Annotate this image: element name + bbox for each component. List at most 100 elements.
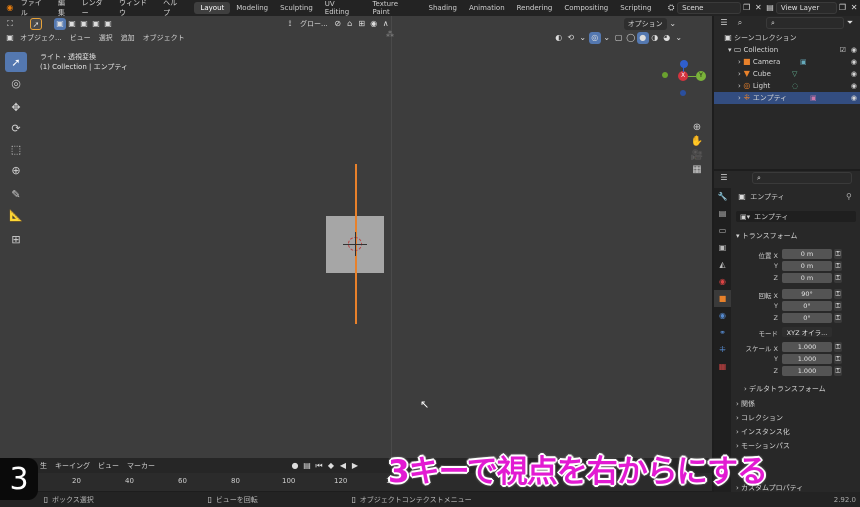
gizmo-toggle-icon[interactable]: ⟲ xyxy=(565,32,577,44)
properties-search-input[interactable]: ⌕ xyxy=(752,172,852,184)
scale-y-field[interactable]: 1.000 xyxy=(782,354,832,364)
lock-icon[interactable]: ⚿ xyxy=(834,289,842,299)
collections-panel[interactable]: › コレクション xyxy=(736,413,783,423)
properties-editor-icon[interactable]: ☰ xyxy=(718,172,730,184)
shading-solid-icon[interactable]: ● xyxy=(636,32,649,44)
select-mode-new-icon[interactable]: ▣ xyxy=(54,17,66,30)
pivot-icon[interactable]: ⊘ xyxy=(332,18,344,30)
menu-select[interactable]: 選択 xyxy=(95,32,117,44)
tab-animation[interactable]: Animation xyxy=(463,2,511,14)
outliner-item-cube[interactable]: › ▼ Cube ▽ ◉ xyxy=(714,68,860,80)
play-reverse-icon[interactable]: ◀ xyxy=(337,460,349,472)
output-tab-icon[interactable]: ▭ xyxy=(714,222,731,239)
rotation-mode-dropdown[interactable]: XYZ オイラ... xyxy=(782,327,832,337)
rotate-tool[interactable]: ⟳ xyxy=(5,118,27,138)
snap-icon[interactable]: ⌂ xyxy=(344,18,356,30)
editor-type-icon[interactable]: ⛶ xyxy=(4,18,16,30)
tab-sculpting[interactable]: Sculpting xyxy=(274,2,319,14)
rotation-x-field[interactable]: 90° xyxy=(782,289,832,299)
physics-tab-icon[interactable]: ◉ xyxy=(714,307,731,324)
tab-modeling[interactable]: Modeling xyxy=(230,2,274,14)
select-box-tool[interactable]: ➚ xyxy=(5,52,27,72)
select-mode-extend-icon[interactable]: ▣ xyxy=(66,18,78,30)
transform-panel-header[interactable]: ▾ トランスフォーム xyxy=(736,231,797,241)
render-tab-icon[interactable]: ▤ xyxy=(714,205,731,222)
lock-icon[interactable]: ⚿ xyxy=(834,301,842,311)
annotate-tool[interactable]: ✎ xyxy=(5,184,27,204)
location-z-field[interactable]: 0 m xyxy=(782,273,832,283)
gizmo-neg-y-dot[interactable] xyxy=(662,72,668,78)
lock-icon[interactable]: ⚿ xyxy=(834,354,842,364)
menu-view[interactable]: ビュー xyxy=(66,32,95,44)
xray-icon[interactable]: ▢ xyxy=(613,32,625,44)
view-layer-selector[interactable]: View Layer xyxy=(775,2,837,14)
blender-logo-icon[interactable]: ◉ xyxy=(4,2,16,14)
menu-add[interactable]: 追加 xyxy=(117,32,139,44)
object-tab-icon[interactable]: ■ xyxy=(714,290,731,307)
navigation-gizmo[interactable]: X Y xyxy=(660,60,710,105)
orientation-dropdown[interactable]: グロー... xyxy=(296,18,332,30)
outliner-editor-icon[interactable]: ☰ xyxy=(718,17,730,29)
3d-viewport[interactable]: ↖ ⁂ xyxy=(0,16,712,458)
prev-key-icon[interactable]: ◆ xyxy=(325,460,337,472)
tool-tab-icon[interactable]: 🔧 xyxy=(714,188,731,205)
scene-collection-row[interactable]: ▣ シーンコレクション xyxy=(714,32,860,44)
outliner-filter-icon[interactable]: ⏷ xyxy=(844,17,856,29)
shading-rendered-icon[interactable]: ◕ xyxy=(661,32,673,44)
tab-layout[interactable]: Layout xyxy=(194,2,231,14)
menu-keying[interactable]: キーイング xyxy=(51,460,94,472)
menu-marker[interactable]: マーカー xyxy=(123,460,159,472)
eye-icon[interactable]: ◉ xyxy=(851,70,857,78)
select-tool-icon[interactable]: ➚ xyxy=(30,17,42,30)
snap-target-icon[interactable]: ⊞ xyxy=(356,18,368,30)
tab-shading[interactable]: Shading xyxy=(423,2,463,14)
shading-dropdown-icon[interactable]: ⌄ xyxy=(673,32,685,44)
grid-ortho-icon[interactable]: ▦ xyxy=(690,162,704,176)
outliner-item-camera[interactable]: › ■ Camera ▣ ◉ xyxy=(714,56,860,68)
shading-wireframe-icon[interactable]: ◯ xyxy=(625,32,637,44)
rotation-y-field[interactable]: 0° xyxy=(782,301,832,311)
add-cube-tool[interactable]: ⊞ xyxy=(5,229,27,249)
close-scene-icon[interactable]: ✕ xyxy=(752,2,764,14)
outliner-item-light[interactable]: › ◎ Light ◌ ◉ xyxy=(714,80,860,92)
zoom-icon[interactable]: ⊕ xyxy=(690,120,704,134)
jump-start-icon[interactable]: ⏮ xyxy=(313,460,325,472)
checkbox-icon[interactable]: ☑ xyxy=(840,46,846,54)
collection-row[interactable]: ▾ ▭ Collection ☑ ◉ xyxy=(714,44,860,56)
overlay-dropdown-icon[interactable]: ⌄ xyxy=(601,32,613,44)
select-mode-invert-icon[interactable]: ▣ xyxy=(90,18,102,30)
gizmo-z-dot[interactable] xyxy=(680,60,688,68)
gizmo-x-dot[interactable]: X xyxy=(678,71,688,81)
move-tool[interactable]: ✥ xyxy=(5,97,27,117)
scale-z-field[interactable]: 1.000 xyxy=(782,366,832,376)
lock-icon[interactable]: ⚿ xyxy=(834,366,842,376)
constraints-tab-icon[interactable]: ⚭ xyxy=(714,324,731,341)
pan-hand-icon[interactable]: ✋ xyxy=(690,134,704,148)
eye-icon[interactable]: ◉ xyxy=(851,58,857,66)
scale-tool[interactable]: ⬚ xyxy=(5,139,27,159)
gizmo-neg-z-dot[interactable] xyxy=(680,90,686,96)
object-name-field[interactable]: ▣▾ エンプティ xyxy=(736,211,856,222)
options-dropdown[interactable]: オプション xyxy=(623,17,667,30)
location-y-field[interactable]: 0 m xyxy=(782,261,832,271)
chevron-down-icon[interactable]: ⌄ xyxy=(667,18,679,30)
falloff-icon[interactable]: ∧ xyxy=(380,18,392,30)
transform-tool[interactable]: ⊕ xyxy=(5,160,27,180)
filter-icon[interactable]: ⌕ xyxy=(734,17,746,29)
scene-selector[interactable]: Scene xyxy=(677,2,741,14)
overlay-toggle-icon[interactable]: ◎ xyxy=(588,32,601,44)
tab-rendering[interactable]: Rendering xyxy=(511,2,559,14)
relations-panel[interactable]: › 関係 xyxy=(736,399,755,409)
outliner-search-input[interactable]: ⌕ xyxy=(766,17,844,29)
texture-tab-icon[interactable]: ▦ xyxy=(714,358,731,375)
scene-tab-icon[interactable]: ◭ xyxy=(714,256,731,273)
lock-icon[interactable]: ⚿ xyxy=(834,261,842,271)
select-mode-intersect-icon[interactable]: ▣ xyxy=(102,18,114,30)
shading-material-icon[interactable]: ◑ xyxy=(649,32,661,44)
scale-x-field[interactable]: 1.000 xyxy=(782,342,832,352)
select-mode-subtract-icon[interactable]: ▣ xyxy=(78,18,90,30)
lock-icon[interactable]: ⚿ xyxy=(834,313,842,323)
copy-layer-icon[interactable]: ❐ xyxy=(837,2,849,14)
auto-key-icon[interactable]: ▤ xyxy=(301,460,313,472)
eye-icon[interactable]: ◉ xyxy=(851,94,857,102)
